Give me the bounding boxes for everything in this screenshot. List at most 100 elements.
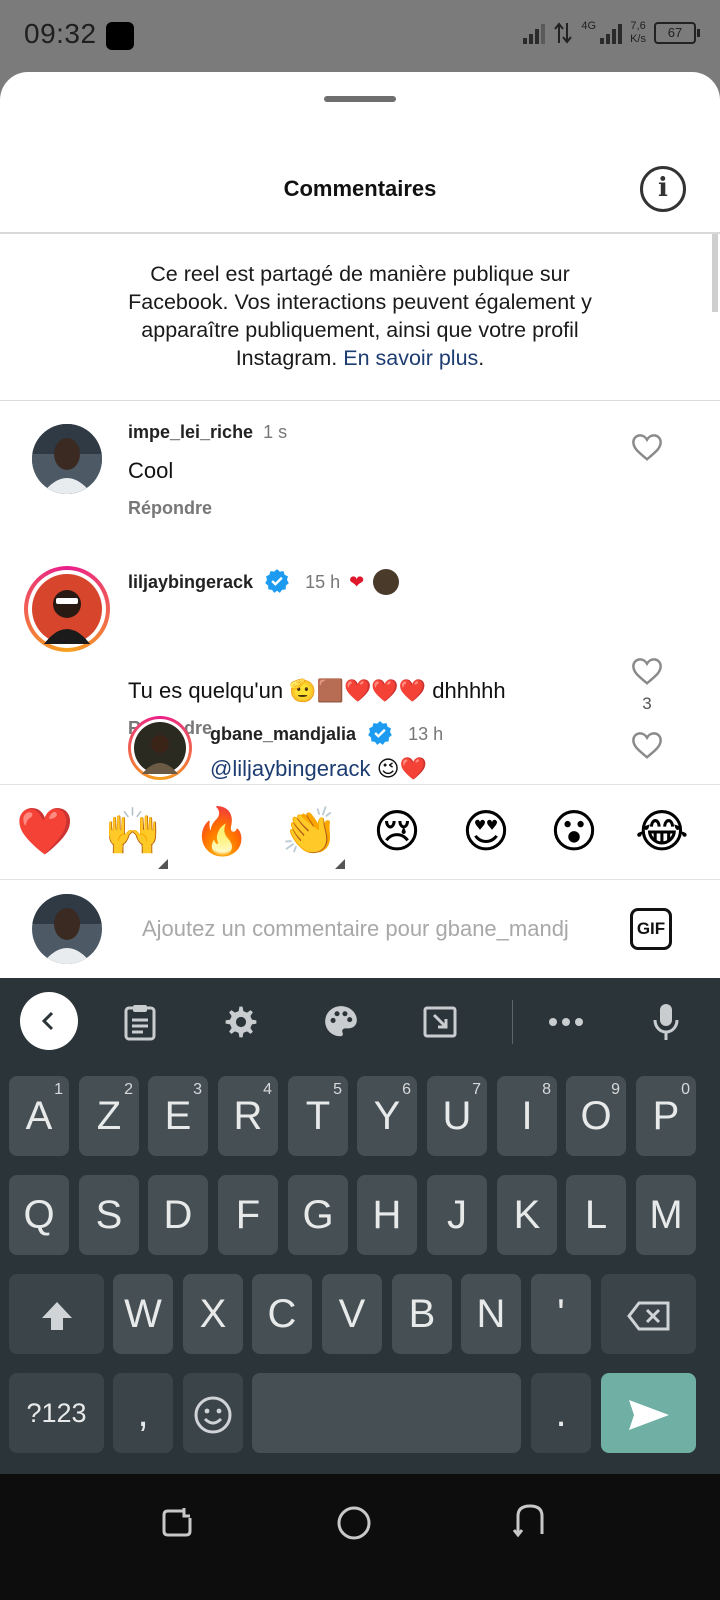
comment-composer: Ajoutez un commentaire pour gbane_mandj … [0,880,720,978]
key-comma[interactable]: , [113,1373,173,1453]
key-w[interactable]: W [113,1274,173,1354]
key-t[interactable]: T5 [288,1076,348,1156]
drag-handle[interactable] [324,96,396,102]
learn-more-link[interactable]: En savoir plus [343,346,478,370]
key-x[interactable]: X [183,1274,243,1354]
header-divider [0,232,720,234]
comment-time: 1 s [263,422,288,442]
profile-photo [32,894,102,964]
backspace-icon [626,1301,669,1331]
notice-period: . [478,346,485,370]
status-time: 09:32 [24,18,97,49]
key-n[interactable]: N [461,1274,521,1354]
emoji-heart-eyes[interactable]: 😍 [458,803,514,859]
emoji-fire[interactable]: 🔥 [193,803,250,859]
clipboard-icon[interactable] [110,992,170,1052]
comment-input[interactable]: Ajoutez un commentaire pour gbane_mandj [142,916,569,942]
comment-text: Cool [128,458,174,483]
key-g[interactable]: G [288,1175,348,1255]
profile-photo [32,424,102,494]
heart-icon[interactable] [630,432,664,462]
microphone-icon[interactable] [636,992,696,1052]
app-notification-icon [106,22,134,50]
emoji-crying-face[interactable]: 😢 [369,803,425,859]
key-h[interactable]: H [357,1175,417,1255]
key-c[interactable]: C [252,1274,312,1354]
phone-screen: 09:32 4G 7,6 K/s 67 Commentaires i Ce re… [0,0,720,1600]
gif-button[interactable]: GIF [630,908,672,950]
settings-icon[interactable] [211,992,271,1052]
key-apostrophe[interactable]: ' [531,1274,591,1354]
emoji-tears-of-joy[interactable]: 😂 [634,803,690,859]
resize-icon[interactable] [410,992,470,1052]
key-z[interactable]: Z2 [79,1076,139,1156]
emoji-key[interactable] [183,1373,243,1453]
home-icon[interactable] [335,1504,373,1542]
recent-apps-icon[interactable] [160,1506,194,1540]
key-l[interactable]: L [566,1175,626,1255]
mention-link[interactable]: @liljaybingerack [210,756,371,781]
key-y[interactable]: Y6 [357,1076,417,1156]
palette-icon[interactable] [311,992,371,1052]
quick-reactions-bar: ❤️ 🙌 🔥 👏 😢 😍 😮 😂 [0,784,720,880]
reply-button[interactable]: Répondre [128,498,212,519]
key-k[interactable]: K [497,1175,557,1255]
network-type: 4G [581,20,597,32]
key-e[interactable]: E3 [148,1076,208,1156]
status-indicators: 4G 7,6 K/s 67 [523,20,700,46]
send-icon [628,1400,669,1431]
network-speed: 7,6 K/s [630,20,646,45]
data-transfer-icon [554,22,573,44]
skin-tone-indicator-icon [335,859,345,869]
key-m[interactable]: M [636,1175,696,1255]
space-bar[interactable] [252,1373,521,1453]
status-bar: 09:32 4G 7,6 K/s 67 [0,0,720,72]
heart-icon[interactable] [630,730,664,760]
back-icon[interactable] [20,992,78,1050]
key-a[interactable]: A1 [9,1076,69,1156]
symbols-key[interactable]: ?123 [9,1373,104,1453]
back-nav-icon[interactable] [512,1502,548,1538]
key-b[interactable]: B [392,1274,452,1354]
comment-username[interactable]: liljaybingerack 15 h ❤ [128,568,400,595]
my-avatar [32,894,102,964]
shift-key[interactable] [9,1274,104,1354]
more-icon[interactable] [536,992,596,1052]
verified-badge-icon [368,721,392,745]
profile-photo [32,574,102,644]
emoji-clapping-hands[interactable]: 👏 [281,803,338,859]
liker-avatar [373,569,400,595]
key-r[interactable]: R4 [218,1076,278,1156]
key-f[interactable]: F [218,1175,278,1255]
comments-sheet: Commentaires i Ce reel est partagé de ma… [0,72,720,1000]
comment-username[interactable]: gbane_mandjalia 13 h [210,720,443,746]
avatar[interactable] [128,716,192,780]
profile-photo [134,722,186,774]
key-p[interactable]: P0 [636,1076,696,1156]
key-v[interactable]: V [322,1274,382,1354]
backspace-key[interactable] [601,1274,696,1354]
key-o[interactable]: O9 [566,1076,626,1156]
info-icon[interactable]: i [640,166,686,212]
notice-divider [0,400,720,401]
key-j[interactable]: J [427,1175,487,1255]
emoji-surprised-face[interactable]: 😮 [546,803,602,859]
keyboard: A1 Z2 E3 R4 T5 Y6 U7 I8 O9 P0 Q S D F G … [0,978,720,1474]
scrollbar[interactable] [712,234,718,312]
key-q[interactable]: Q [9,1175,69,1255]
key-d[interactable]: D [148,1175,208,1255]
comment-username[interactable]: impe_lei_riche 1 s [128,422,287,443]
heart-icon[interactable] [630,656,664,686]
key-i[interactable]: I8 [497,1076,557,1156]
avatar[interactable] [32,424,102,494]
key-u[interactable]: U7 [427,1076,487,1156]
key-s[interactable]: S [79,1175,139,1255]
battery-icon: 67 [654,22,700,44]
shift-icon [41,1302,72,1331]
sheet-title: Commentaires [283,176,437,201]
avatar[interactable] [24,566,110,652]
emoji-raising-hands[interactable]: 🙌 [104,803,161,859]
emoji-red-heart[interactable]: ❤️ [16,803,73,859]
send-key[interactable] [601,1373,696,1453]
key-period[interactable]: . [531,1373,591,1453]
